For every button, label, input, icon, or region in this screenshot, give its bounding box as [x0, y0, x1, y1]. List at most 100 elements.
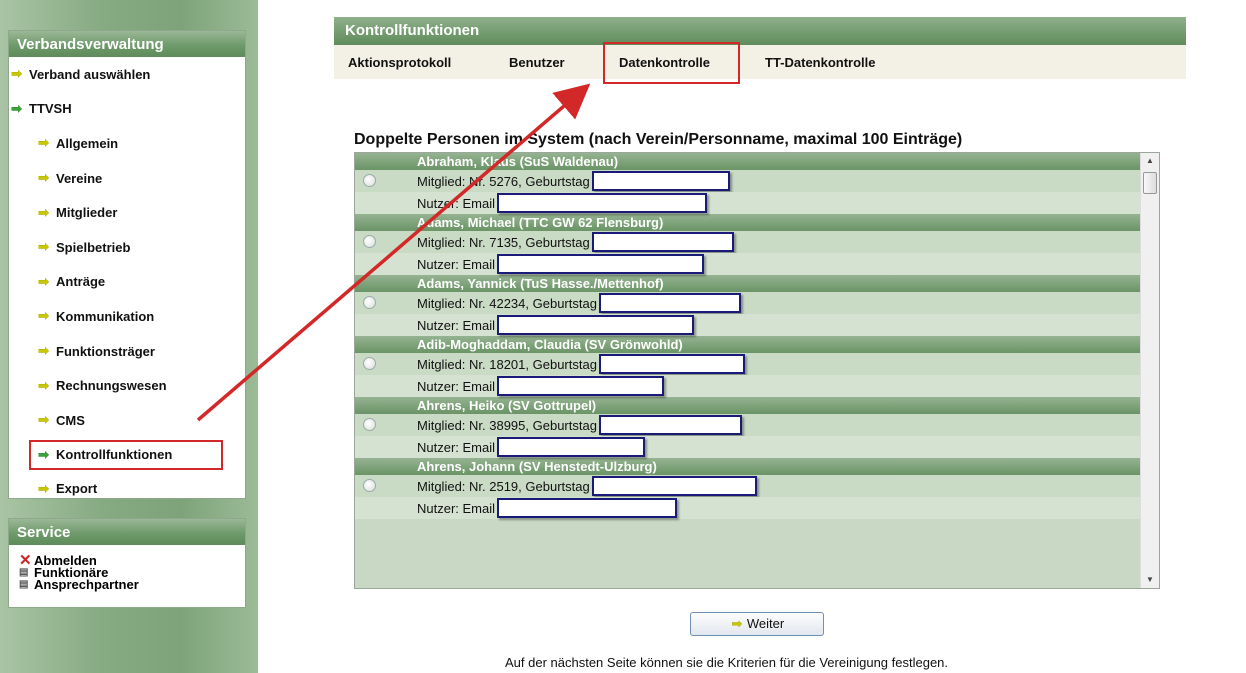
sidebar-item-verband-auswählen[interactable]: ➡ Verband auswählen: [9, 57, 245, 92]
tab-aktionsprotokoll[interactable]: Aktionsprotokoll: [348, 55, 451, 70]
member-row: Mitglied: Nr. 18201, Geburtstag: [355, 353, 1141, 375]
tab-bar: Aktionsprotokoll Benutzer Datenkontrolle…: [334, 45, 1186, 79]
arrow-right-icon: ➡: [38, 412, 49, 428]
select-radio[interactable]: [363, 174, 376, 187]
member-info: Mitglied: Nr. 7135, Geburtstag: [417, 234, 590, 250]
member-info: Mitglied: Nr. 5276, Geburtstag: [417, 173, 590, 189]
left-sidebar: Verbandsverwaltung ➡ Verband auswählen ➡ TT…: [0, 0, 258, 673]
card-icon: ▤: [19, 567, 29, 578]
sidebar-item-kontrollfunktionen[interactable]: ➡ Kontrollfunktionen: [29, 439, 223, 470]
redacted-email: [497, 193, 708, 213]
sidebar-item-label: Spielbetrieb: [56, 239, 131, 255]
redacted-birthday: [591, 232, 734, 252]
sidebar-item-export[interactable]: ➡ Export: [9, 472, 245, 507]
arrow-right-icon: ➡: [38, 343, 49, 359]
sidebar-item-rechnungswesen[interactable]: ➡ Rechnungswesen: [9, 368, 245, 403]
admin-panel: Verbandsverwaltung ➡ Verband auswählen ➡ TT…: [8, 30, 246, 499]
weiter-button-label: Weiter: [746, 616, 785, 631]
active-tab-highlight: [603, 42, 740, 84]
redacted-birthday: [598, 415, 742, 435]
sidebar-item-label: Kommunikation: [56, 308, 155, 324]
sidebar-item-label: Funktionsträger: [56, 343, 155, 359]
service-panel-title: Service: [9, 519, 245, 545]
redacted-email: [497, 498, 678, 518]
page-title: Kontrollfunktionen: [334, 17, 1186, 45]
sidebar-item-label: Kontrollfunktionen: [56, 447, 173, 463]
sidebar-item-cms[interactable]: ➡ CMS: [9, 403, 245, 438]
member-row: Mitglied: Nr. 7135, Geburtstag: [355, 231, 1141, 253]
sidebar-item-kommunikation[interactable]: ➡ Kommunikation: [9, 299, 245, 334]
sidebar-item-label: Export: [56, 481, 98, 497]
person-group-header: Adib-Moghaddam, Claudia (SV Grönwohld): [355, 336, 1141, 353]
redacted-email: [497, 376, 665, 396]
user-info: Nutzer: Email: [417, 378, 496, 394]
weiter-button[interactable]: ➡ Weiter: [690, 612, 824, 636]
user-info: Nutzer: Email: [417, 256, 496, 272]
duplicate-list: Abraham, Klaus (SuS Waldenau) Mitglied: N…: [354, 152, 1160, 589]
member-info: Mitglied: Nr. 2519, Geburtstag: [417, 478, 590, 494]
sidebar-item-label: Allgemein: [56, 135, 119, 151]
member-info: Mitglied: Nr. 18201, Geburtstag: [417, 356, 597, 372]
scroll-thumb[interactable]: [1143, 172, 1157, 194]
duplicate-list-content: Abraham, Klaus (SuS Waldenau) Mitglied: N…: [355, 153, 1141, 519]
arrow-right-icon: ➡: [11, 66, 22, 82]
redacted-email: [497, 315, 695, 335]
select-radio[interactable]: [363, 357, 376, 370]
member-info: Mitglied: Nr. 38995, Geburtstag: [417, 417, 597, 433]
member-row: Mitglied: Nr. 5276, Geburtstag: [355, 170, 1141, 192]
user-info: Nutzer: Email: [417, 317, 496, 333]
sidebar-item-ttvsh[interactable]: ➡ TTVSH: [9, 92, 245, 127]
person-group-header: Ahrens, Johann (SV Henstedt-Ulzburg): [355, 458, 1141, 475]
member-row: Mitglied: Nr. 2519, Geburtstag: [355, 475, 1141, 497]
select-radio[interactable]: [363, 479, 376, 492]
select-radio[interactable]: [363, 235, 376, 248]
person-group-header: Ahrens, Heiko (SV Gottrupel): [355, 397, 1141, 414]
arrow-right-icon: ➡: [38, 135, 49, 151]
redacted-birthday: [598, 293, 741, 313]
person-group-header: Abraham, Klaus (SuS Waldenau): [355, 153, 1141, 170]
sidebar-item-label: Anträge: [56, 274, 106, 290]
user-row: Nutzer: Email: [355, 192, 1141, 214]
sidebar-item-label: Mitglieder: [56, 205, 118, 221]
tab-benutzer[interactable]: Benutzer: [509, 55, 565, 70]
redacted-birthday: [591, 171, 730, 191]
service-item-ansprechpartner[interactable]: ▤ Ansprechpartner: [9, 578, 245, 591]
member-info: Mitglied: Nr. 42234, Geburtstag: [417, 295, 597, 311]
arrow-right-icon: ➡: [11, 100, 22, 116]
user-row: Nutzer: Email: [355, 375, 1141, 397]
sidebar-item-label: Vereine: [56, 170, 103, 186]
arrow-right-icon: ➡: [38, 377, 49, 393]
scroll-down-icon[interactable]: ▼: [1141, 572, 1159, 588]
member-row: Mitglied: Nr. 38995, Geburtstag: [355, 414, 1141, 436]
close-icon: ✕: [19, 552, 32, 569]
redacted-birthday: [598, 354, 745, 374]
sidebar-item-funktionsträger[interactable]: ➡ Funktionsträger: [9, 334, 245, 369]
scroll-up-icon[interactable]: ▲: [1141, 153, 1159, 169]
footer-hint: Auf der nächsten Seite können sie die Kr…: [505, 655, 949, 670]
arrow-right-icon: ➡: [38, 273, 49, 289]
sidebar-item-vereine[interactable]: ➡ Vereine: [9, 161, 245, 196]
person-group-header: Adams, Michael (TTC GW 62 Flensburg): [355, 214, 1141, 231]
redacted-email: [497, 437, 646, 457]
sidebar-item-label: TTVSH: [29, 101, 72, 117]
tab-tt-datenkontrolle[interactable]: TT-Datenkontrolle: [765, 55, 876, 70]
sidebar-item-anträge[interactable]: ➡ Anträge: [9, 265, 245, 300]
user-row: Nutzer: Email: [355, 314, 1141, 336]
list-scrollbar[interactable]: ▲ ▼: [1140, 153, 1159, 588]
user-info: Nutzer: Email: [417, 500, 496, 516]
sidebar-item-spielbetrieb[interactable]: ➡ Spielbetrieb: [9, 230, 245, 265]
select-radio[interactable]: [363, 296, 376, 309]
arrow-right-icon: ➡: [38, 446, 49, 462]
arrow-right-icon: ➡: [38, 480, 49, 496]
select-radio[interactable]: [363, 418, 376, 431]
arrow-right-icon: ➡: [38, 308, 49, 324]
arrow-right-icon: ➡: [38, 170, 49, 186]
sidebar-item-label: Verband auswählen: [29, 66, 151, 82]
sidebar-item-allgemein[interactable]: ➡ Allgemein: [9, 126, 245, 161]
card-icon: ▤: [19, 579, 29, 590]
redacted-email: [497, 254, 705, 274]
sidebar-item-mitglieder[interactable]: ➡ Mitglieder: [9, 195, 245, 230]
user-row: Nutzer: Email: [355, 497, 1141, 519]
arrow-right-icon: ➡: [731, 616, 743, 631]
member-row: Mitglied: Nr. 42234, Geburtstag: [355, 292, 1141, 314]
